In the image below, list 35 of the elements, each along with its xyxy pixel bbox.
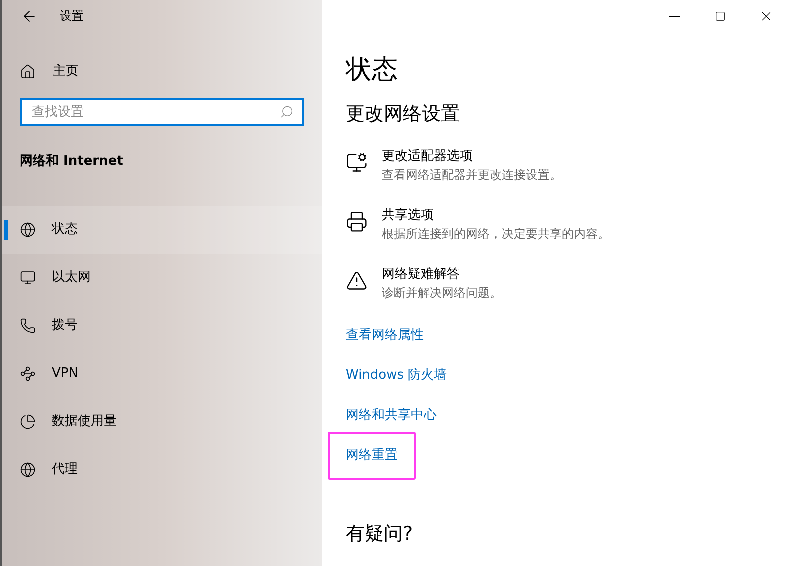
home-item[interactable]: 主页 (2, 56, 322, 88)
globe-icon (20, 462, 36, 478)
search-field[interactable]: 查找设置 (20, 98, 304, 126)
option-title: 更改适配器选项 (382, 148, 474, 166)
warning-icon (346, 270, 368, 292)
option-title: 网络疑难解答 (382, 266, 461, 284)
phone-icon (20, 318, 36, 334)
window-title: 设置 (60, 8, 84, 25)
link-icon (20, 366, 36, 382)
monitor-icon (20, 270, 36, 286)
section-heading: 网络和 Internet (19, 153, 124, 171)
pie-chart-icon (20, 414, 36, 430)
search-icon (280, 105, 294, 119)
monitor-icon (346, 152, 368, 174)
page-title: 状态 (346, 54, 399, 87)
globe-icon (20, 222, 36, 238)
settings-option[interactable]: 更改适配器选项 查看网络适配器并更改连接设置。 (346, 148, 789, 184)
maximize-icon (714, 10, 726, 22)
settings-link[interactable]: 网络重置 (328, 432, 416, 480)
selection-indicator (4, 220, 8, 240)
option-title: 共享选项 (382, 207, 435, 225)
settings-option[interactable]: 网络疑难解答 诊断并解决网络问题。 (346, 266, 789, 302)
section-heading: 有疑问? (346, 522, 414, 547)
sidebar-item[interactable]: 拨号 (2, 302, 322, 350)
option-description: 诊断并解决网络问题。 (382, 285, 502, 302)
option-description: 根据所连接到的网络，决定要共享的内容。 (382, 226, 610, 243)
settings-option[interactable]: 共享选项 根据所连接到的网络，决定要共享的内容。 (346, 207, 789, 243)
sidebar-item[interactable]: 以太网 (2, 254, 322, 302)
home-icon (20, 64, 36, 80)
sidebar-item[interactable]: 代理 (2, 446, 322, 494)
sidebar-item[interactable]: VPN (2, 350, 322, 398)
sidebar-item[interactable]: 数据使用量 (2, 398, 322, 446)
printer-icon (346, 211, 368, 233)
section-heading: 更改网络设置 (346, 102, 461, 127)
option-description: 查看网络适配器并更改连接设置。 (382, 167, 562, 184)
